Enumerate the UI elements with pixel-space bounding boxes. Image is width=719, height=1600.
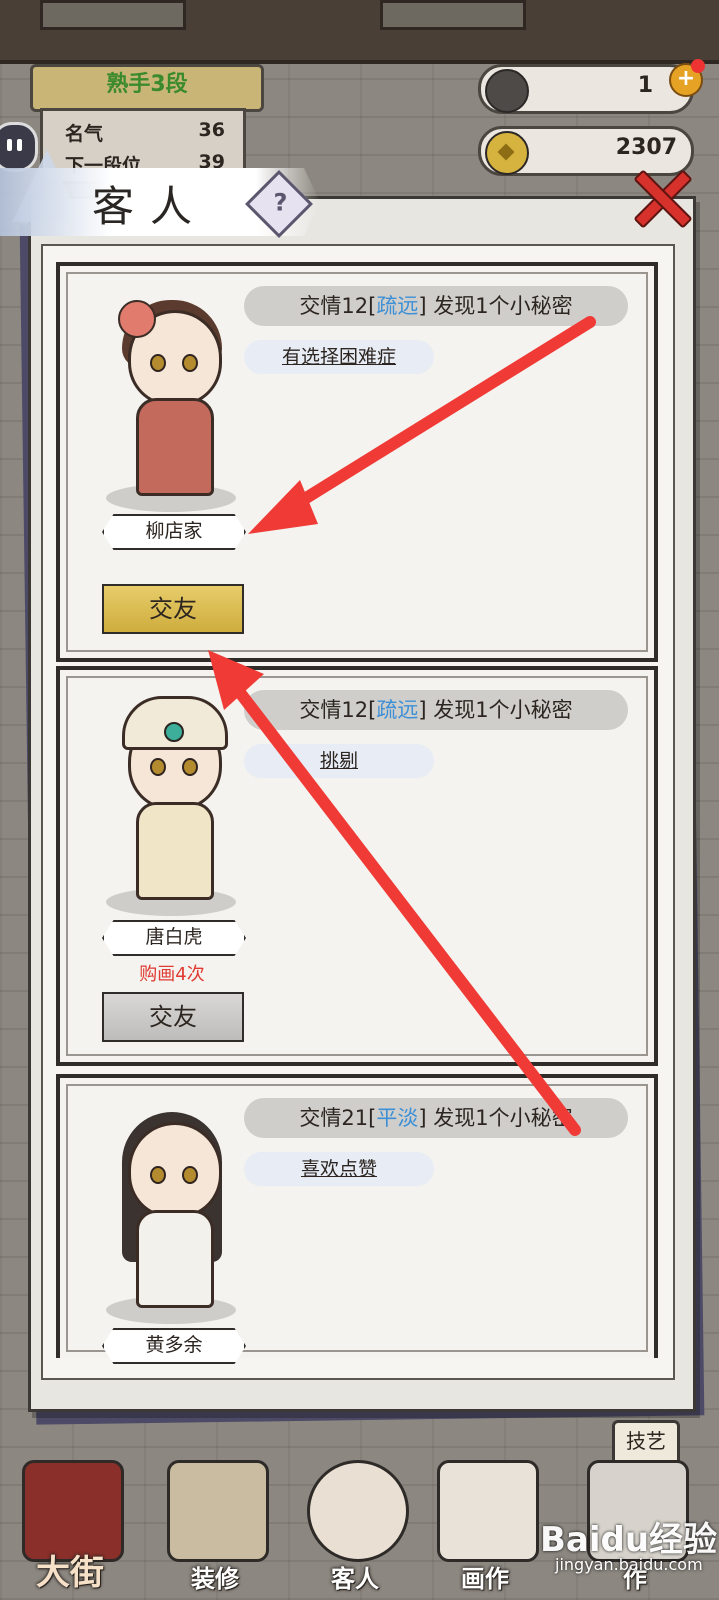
relation-status: 疏远 [376, 294, 419, 318]
jade-count: 1 [637, 73, 653, 98]
chat-bubble-icon[interactable] [0, 122, 38, 172]
background-window [40, 0, 186, 30]
flower-hairpin-icon [118, 300, 156, 338]
guest-portrait-icon [307, 1460, 409, 1562]
close-icon[interactable] [626, 162, 696, 232]
question-icon: ? [273, 188, 288, 217]
befriend-button[interactable]: 交友 [102, 584, 244, 634]
nav-street[interactable]: 大街 [10, 1460, 130, 1600]
notification-dot [691, 59, 705, 73]
background-beam [0, 0, 719, 64]
rank-title: 熟手3段 [106, 72, 188, 97]
fame-label: 名气 [65, 123, 104, 145]
baidu-watermark-url: jingyan.baidu.com [555, 1555, 703, 1574]
jade-counter: 1 + [478, 59, 705, 114]
nav-paintings[interactable]: 画作 [425, 1460, 545, 1600]
trait-tag[interactable]: 挑剔 [244, 744, 434, 778]
add-jade-button[interactable]: + [669, 59, 705, 97]
avatar-eye [182, 758, 198, 776]
trait-tag[interactable]: 有选择困难症 [244, 340, 434, 374]
friendship-level: 交情21 [299, 1106, 369, 1130]
avatar-body [136, 398, 214, 496]
avatar-body [136, 802, 214, 900]
nav-street-label: 大街 [36, 1553, 104, 1593]
panel-title: 客人 [92, 182, 209, 231]
guest-avatar [96, 288, 246, 518]
guest-card: 交情21[平淡] 发现1个小秘密 喜欢点赞 黄多余 [56, 1074, 658, 1364]
nav-guests-label: 客人 [331, 1564, 379, 1593]
avatar-eye [182, 354, 198, 372]
trait-tag[interactable]: 喜欢点赞 [244, 1152, 434, 1186]
fame-row: 名气 36 [65, 119, 225, 146]
secret-text: 发现1个小秘密 [433, 1106, 573, 1130]
friendship-bar: 交情21[平淡] 发现1个小秘密 [244, 1098, 628, 1138]
friendship-level: 交情12 [299, 294, 369, 318]
guest-name-tag: 黄多余 [102, 1328, 246, 1364]
secret-text: 发现1个小秘密 [433, 698, 573, 722]
avatar-eye [150, 758, 166, 776]
guest-name-tag: 唐白虎 [102, 920, 246, 956]
avatar-head [128, 1122, 222, 1218]
avatar-eye [182, 1166, 198, 1184]
jade-icon [485, 69, 529, 113]
decorate-book-icon [167, 1460, 269, 1562]
friendship-bar: 交情12[疏远] 发现1个小秘密 [244, 690, 628, 730]
friendship-level: 交情12 [299, 698, 369, 722]
nav-paintings-label: 画作 [461, 1564, 509, 1593]
baidu-watermark-logo: Baidu经验 [540, 1520, 718, 1560]
guest-avatar [96, 1100, 246, 1330]
jade-ornament-icon [164, 722, 184, 742]
relation-status: 疏远 [376, 698, 419, 722]
background-window [380, 0, 526, 30]
secret-text: 发现1个小秘密 [433, 294, 573, 318]
friendship-bar: 交情12[疏远] 发现1个小秘密 [244, 286, 628, 326]
nav-decorate-label: 装修 [191, 1564, 239, 1593]
fame-value: 36 [198, 119, 225, 141]
avatar-eye [150, 1166, 166, 1184]
relation-status: 平淡 [376, 1106, 419, 1130]
purchase-count: 购画4次 [139, 964, 205, 985]
painting-scroll-icon [437, 1460, 539, 1562]
befriend-button[interactable]: 交友 [102, 992, 244, 1042]
nav-decorate[interactable]: 装修 [155, 1460, 275, 1600]
guest-card: 交情12[疏远] 发现1个小秘密 有选择困难症 柳店家 交友 [56, 262, 658, 662]
avatar-eye [150, 354, 166, 372]
avatar-body [136, 1210, 214, 1308]
guest-card: 交情12[疏远] 发现1个小秘密 挑剔 唐白虎 购画4次 交友 [56, 666, 658, 1066]
rank-scroll: 熟手3段 [30, 64, 264, 112]
coin-icon [485, 131, 529, 175]
guest-avatar [96, 692, 246, 922]
nav-guests[interactable]: 客人 [295, 1460, 415, 1600]
coin-count: 2307 [615, 135, 677, 160]
guest-name-tag: 柳店家 [102, 514, 246, 550]
